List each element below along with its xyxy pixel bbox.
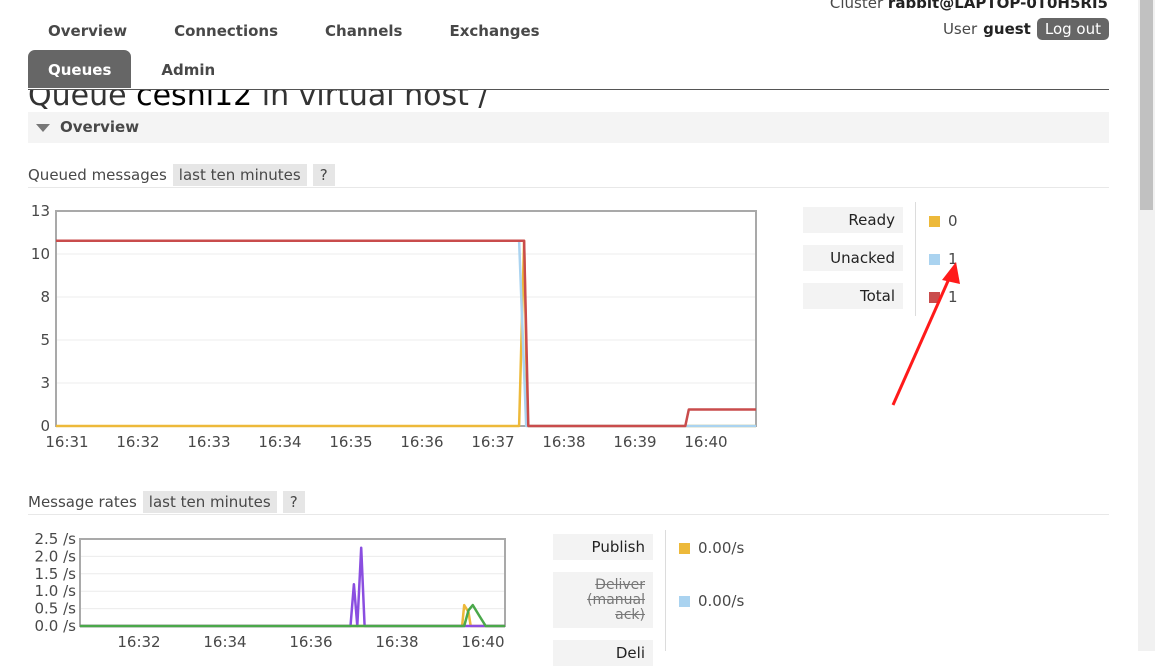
rates-label: Message rates (28, 492, 137, 511)
series-line-2 (56, 239, 756, 428)
x-tick-label: 16:32 (116, 433, 159, 451)
tab-exchanges[interactable]: Exchanges (449, 18, 539, 46)
x-tick-label: 16:36 (400, 433, 443, 451)
queued-label: Queued messages (28, 165, 167, 184)
cluster-name: rabbit@LAPTOP-0T0H5RI5 (887, 0, 1108, 12)
x-tick-label: 16:34 (203, 633, 246, 651)
y-tick-label: 2.0 /s (35, 547, 77, 565)
message-rates-chart: 2.5 /s2.0 /s1.5 /s1.0 /s0.5 /s0.0 /s 16:3… (35, 530, 506, 651)
y-tick-label: 8 (40, 288, 50, 306)
y-tick-label: 1.5 /s (35, 565, 77, 583)
scrollbar-thumb[interactable] (1140, 0, 1153, 210)
deliver-swatch (679, 595, 690, 607)
x-tick-label: 16:40 (684, 433, 727, 451)
x-tick-label: 16:39 (613, 433, 656, 451)
plot-frame (55, 210, 757, 427)
legend-value-ready: 0 (929, 212, 958, 230)
rates-legend-divider (665, 530, 666, 651)
legend-label-deliver-manual-ack: Deliver (manual ack) (553, 572, 653, 628)
legend-label-publish: Publish (553, 534, 653, 560)
series-line-1 (56, 239, 756, 428)
y-tick-label: 10 (31, 245, 50, 263)
legend-label-ready: Ready (803, 207, 903, 233)
annotation-arrow (891, 262, 960, 406)
arrow-head-icon (942, 262, 960, 284)
x-tick-label: 16:37 (471, 433, 514, 451)
rates-help-button[interactable]: ? (282, 490, 305, 513)
legend-label-deliver: Deli (553, 640, 653, 666)
message-rates-header: Message rates last ten minutes ? (28, 489, 1109, 515)
ready-swatch (929, 215, 940, 227)
section-title: Overview (60, 118, 140, 136)
x-tick-label: 16:40 (461, 633, 504, 651)
logout-button[interactable]: Log out (1036, 18, 1109, 40)
rates-range-button[interactable]: last ten minutes (142, 490, 277, 513)
user-name: guest (983, 20, 1031, 38)
x-tick-label: 16:38 (542, 433, 585, 451)
queued-help-button[interactable]: ? (312, 163, 335, 186)
page-scrollbar[interactable] (1138, 0, 1155, 651)
tab-queues[interactable]: Queues (28, 50, 132, 88)
x-tick-label: 16:38 (375, 633, 418, 651)
x-tick-label: 16:36 (289, 633, 332, 651)
user-prefix: User (942, 20, 978, 38)
nav-divider (28, 89, 1109, 90)
queued-messages-chart: 1310853016:31 16:32 16:33 16:34 16:35 16:36 16… (31, 202, 757, 451)
series-line-0 (56, 239, 756, 428)
y-tick-label: 13 (31, 202, 50, 220)
y-tick-label: 0.5 /s (35, 600, 77, 618)
cluster-info: Cluster rabbit@LAPTOP-0T0H5RI5 (830, 0, 1108, 12)
arrow-shaft (891, 271, 954, 406)
legend-value-deliver: 0.00/s (679, 592, 744, 610)
y-tick-label: 1.0 /s (35, 582, 77, 600)
ready-count: 0 (948, 212, 958, 230)
queued-messages-header: Queued messages last ten minutes ? (28, 162, 1109, 188)
y-tick-label: 0.0 /s (35, 617, 77, 635)
x-tick-label: 16:31 (45, 433, 88, 451)
x-tick-label: 16:35 (329, 433, 372, 451)
overview-section-toggle[interactable]: Overview (28, 112, 1109, 143)
user-info: User guest Log out (943, 18, 1109, 40)
collapse-triangle-icon (36, 124, 50, 132)
series-line-1 (80, 546, 505, 628)
tab-connections[interactable]: Connections (174, 18, 278, 46)
publish-rate: 0.00/s (698, 539, 745, 557)
queued-range-button[interactable]: last ten minutes (172, 163, 307, 186)
tab-admin[interactable]: Admin (161, 50, 215, 79)
y-tick-label: 3 (40, 374, 50, 392)
deliver-rate: 0.00/s (698, 592, 745, 610)
tab-channels[interactable]: Channels (325, 18, 402, 46)
legend-value-publish: 0.00/s (679, 539, 744, 557)
publish-swatch (679, 542, 690, 554)
tab-overview[interactable]: Overview (48, 18, 127, 46)
x-tick-label: 16:32 (117, 633, 160, 651)
x-tick-label: 16:34 (258, 433, 301, 451)
cluster-prefix: Cluster (829, 0, 884, 12)
plot-frame (79, 538, 506, 627)
y-tick-label: 2.5 /s (35, 530, 77, 548)
x-tick-label: 16:33 (187, 433, 230, 451)
y-tick-label: 5 (40, 331, 50, 349)
main-nav: Overview Connections Channels Exchanges … (28, 18, 540, 88)
